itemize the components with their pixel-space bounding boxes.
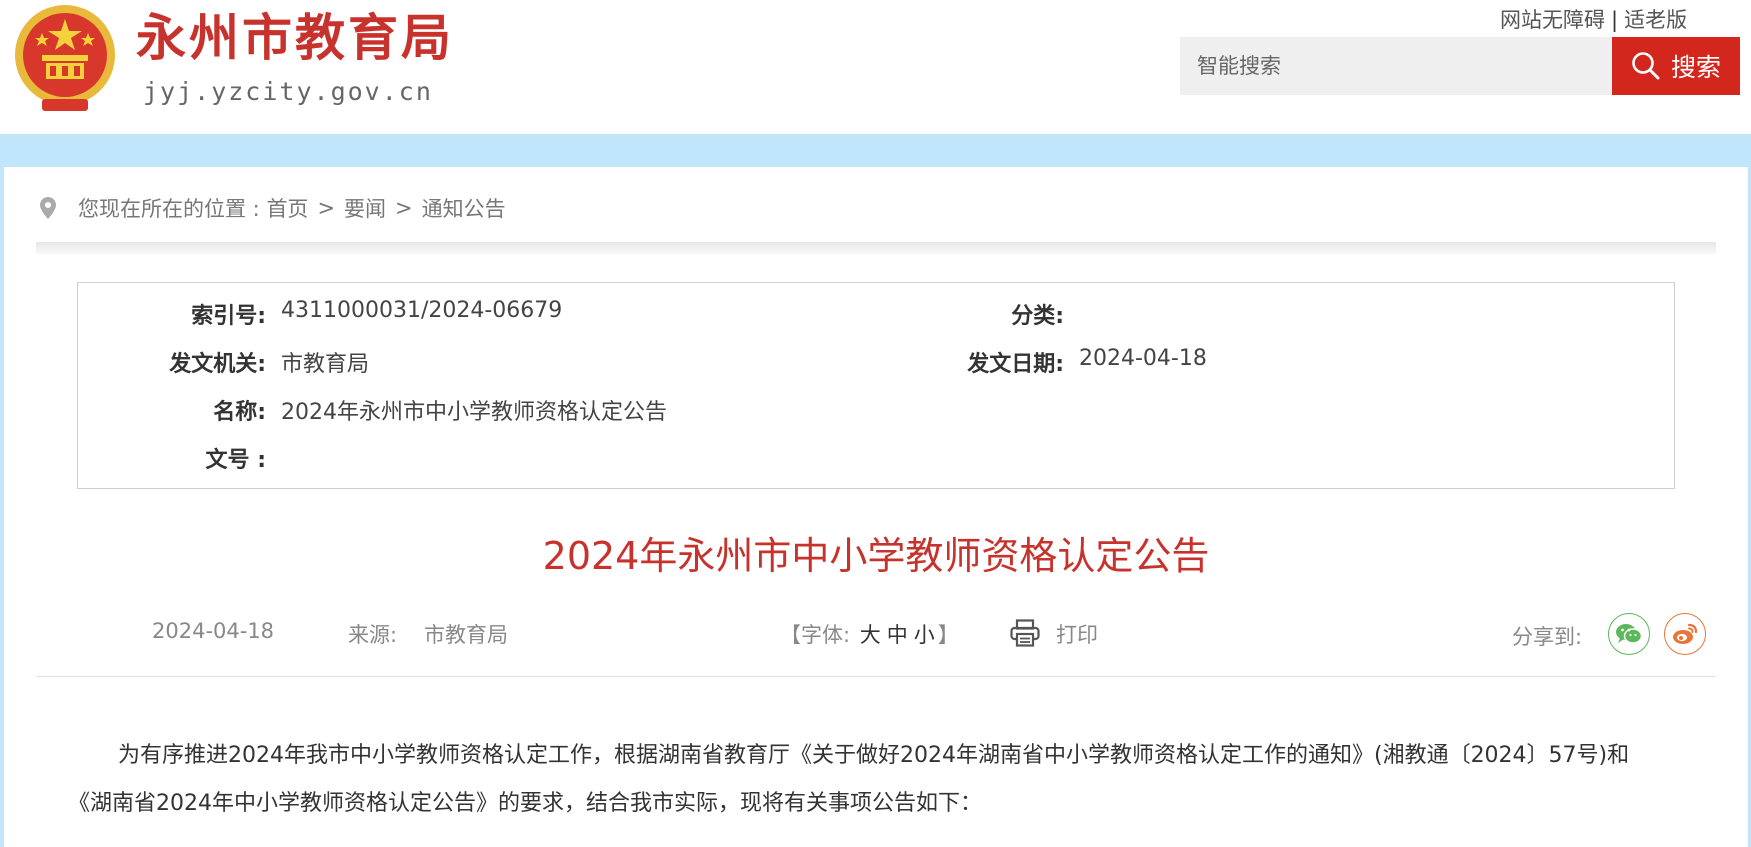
issuer-value: 市教育局 xyxy=(281,352,370,377)
docnum-label: 文号 : xyxy=(205,448,266,473)
article-divider xyxy=(36,676,1716,677)
site-header: 永州市教育局 jyj.yzcity.gov.cn 网站无障碍|适老版 搜索 xyxy=(0,0,1751,134)
name-label: 名称: xyxy=(213,400,266,425)
info-row-index: 索引号: 4311000031/2024-06679 分类: xyxy=(78,298,1674,332)
article-info-bar: 2024-04-18 来源: 市教育局 【字体: 大中小】 打印 分享到: xyxy=(4,607,1748,657)
search-button-label: 搜索 xyxy=(1670,53,1721,82)
search-button[interactable]: 搜索 xyxy=(1612,37,1740,95)
name-value: 2024年永州市中小学教师资格认定公告 xyxy=(281,400,667,425)
elderly-mode-link[interactable]: 适老版 xyxy=(1624,8,1687,32)
breadcrumb-notices[interactable]: 通知公告 xyxy=(422,193,506,223)
breadcrumb-separator: > xyxy=(395,196,413,220)
issuer-label: 发文机关: xyxy=(169,352,266,377)
national-emblem-icon[interactable] xyxy=(12,3,118,115)
location-pin-icon xyxy=(40,197,56,219)
breadcrumb-home[interactable]: 首页 xyxy=(266,193,308,223)
site-name[interactable]: 永州市教育局 xyxy=(136,8,454,68)
breadcrumb: 您现在所在的位置 : 首页 > 要闻 > 通知公告 xyxy=(40,193,506,223)
info-row-docnum: 文号 : xyxy=(78,442,1674,476)
breadcrumb-news[interactable]: 要闻 xyxy=(344,193,386,223)
content-panel: 您现在所在的位置 : 首页 > 要闻 > 通知公告 索引号: 4311000031/20… xyxy=(4,167,1748,847)
breadcrumb-separator: > xyxy=(317,196,336,220)
source-label: 来源: xyxy=(348,623,398,647)
source-value: 市教育局 xyxy=(424,623,508,647)
info-row-name: 名称: 2024年永州市中小学教师资格认定公告 xyxy=(78,394,1674,428)
printer-icon[interactable] xyxy=(1010,619,1040,647)
font-size-small[interactable]: 小 xyxy=(911,623,938,647)
article-body: 为有序推进2024年我市中小学教师资格认定工作，根据湖南省教育厅《关于做好202… xyxy=(68,732,1668,828)
font-size-large[interactable]: 大 xyxy=(857,623,884,647)
index-label: 索引号: xyxy=(191,304,266,329)
publish-date: 2024-04-18 xyxy=(152,619,275,643)
font-size-medium[interactable]: 中 xyxy=(884,623,911,647)
date-label: 发文日期: xyxy=(967,352,1064,377)
font-size-prefix: 【字体: xyxy=(780,623,851,647)
index-value: 4311000031/2024-06679 xyxy=(281,298,563,323)
document-info-box: 索引号: 4311000031/2024-06679 分类: 发文机关: 市教育… xyxy=(77,282,1675,489)
top-links-separator: | xyxy=(1611,8,1619,32)
article-title: 2024年永州市中小学教师资格认定公告 xyxy=(542,534,1210,578)
breadcrumb-prefix: 您现在所在的位置 : xyxy=(78,197,260,221)
site-domain: jyj.yzcity.gov.cn xyxy=(143,77,433,106)
category-label: 分类: xyxy=(1011,304,1064,329)
share-label: 分享到: xyxy=(1512,625,1583,649)
weibo-glyph-icon xyxy=(1673,623,1698,644)
wechat-glyph-icon xyxy=(1616,624,1643,644)
font-size-suffix: 】 xyxy=(937,623,959,647)
info-row-issuer: 发文机关: 市教育局 发文日期: 2024-04-18 xyxy=(78,346,1674,380)
date-value: 2024-04-18 xyxy=(1079,346,1207,371)
top-links: 网站无障碍 | 适老版 xyxy=(1500,4,1687,34)
font-size-control: 【字体: 大中小】 xyxy=(780,619,959,649)
wechat-icon[interactable] xyxy=(1608,613,1650,655)
search-input[interactable] xyxy=(1180,37,1612,95)
article-paragraph: 为有序推进2024年我市中小学教师资格认定工作，根据湖南省教育厅《关于做好202… xyxy=(68,743,1630,816)
search-icon xyxy=(1632,52,1660,80)
breadcrumb-divider xyxy=(36,242,1716,254)
print-link[interactable]: 打印 xyxy=(1056,619,1098,649)
accessibility-link[interactable]: 网站无障碍 xyxy=(1500,8,1605,32)
weibo-icon[interactable] xyxy=(1664,613,1706,655)
